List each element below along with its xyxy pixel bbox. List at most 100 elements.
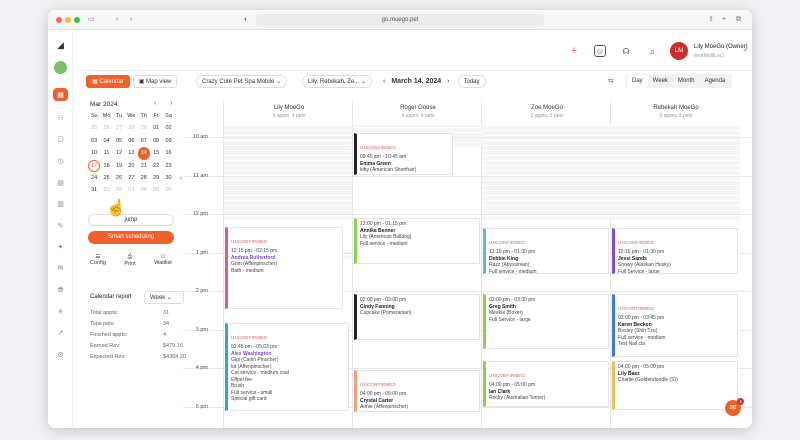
edit-icon[interactable]: ✎ xyxy=(53,219,68,232)
appointment-card[interactable]: UNCONFIRMED 02:45 pm - 05:03 pm Alex Washi… xyxy=(225,323,349,411)
insights-icon[interactable]: ↗ xyxy=(53,326,68,339)
map-view-tab[interactable]: ▣ Map view xyxy=(132,74,178,88)
month-view-tab[interactable]: Month xyxy=(673,75,700,88)
config-button[interactable]: ☰ Config xyxy=(88,254,108,266)
booking-icon[interactable]: ▤ xyxy=(53,176,68,189)
support-icon[interactable]: ☊ xyxy=(620,45,632,57)
team-icon[interactable]: ⚘ xyxy=(53,305,68,318)
appointment-card[interactable]: UNCONFIRMED 04:00 pm - 05:00 pm Crystal Ca… xyxy=(354,370,480,412)
new-tab-icon[interactable]: + xyxy=(722,14,726,26)
mini-cal-day[interactable]: 15 xyxy=(150,147,162,159)
agenda-view-tab[interactable]: Agenda xyxy=(700,75,731,88)
mini-cal-day[interactable]: 13 xyxy=(125,147,137,159)
appointment-card[interactable]: UNCONFIRMED 12:15 pm - 01:30 pm Jessi Sand… xyxy=(612,228,738,274)
appointment-card[interactable]: UNCONFIRMED 04:00 pm - 05:00 pm Ian Clark R… xyxy=(483,361,609,407)
mini-cal-day[interactable]: 28 xyxy=(125,122,137,134)
mini-cal-day[interactable]: 29 xyxy=(138,122,150,134)
appointment-card[interactable]: 04:00 pm - 05:00 pm Lily Baez Charlie (Gol… xyxy=(612,361,738,410)
mini-cal-day[interactable]: 24 xyxy=(88,172,100,184)
back-icon[interactable]: ‹ xyxy=(116,14,118,26)
close-dot[interactable] xyxy=(56,17,62,23)
mini-cal-day[interactable]: 25 xyxy=(88,122,100,134)
notification-bell-icon[interactable]: ♫ xyxy=(646,45,658,57)
mini-cal-day[interactable]: 22 xyxy=(150,160,162,172)
mini-cal-day[interactable]: 09 xyxy=(162,135,174,147)
chevron-down-icon[interactable]: ⌄ xyxy=(742,45,748,53)
tabs-icon[interactable]: ⧉ xyxy=(736,14,741,26)
waitlist-button[interactable]: ⚇ Waitlist xyxy=(151,254,175,266)
appointment-card[interactable]: UNCONFIRMED 09:45 am - 10:45 am Emma Green… xyxy=(354,133,453,175)
mini-cal-day[interactable]: 26 xyxy=(100,122,112,134)
share-icon[interactable]: ⇪ xyxy=(708,14,714,26)
mini-cal-day[interactable]: 11 xyxy=(100,147,112,159)
mini-cal-day[interactable]: 14 xyxy=(137,147,150,160)
mini-cal-day[interactable]: 06 xyxy=(162,184,174,196)
mini-cal-day[interactable]: 04 xyxy=(100,135,112,147)
forward-icon[interactable]: › xyxy=(130,14,132,26)
mini-cal-prev-icon[interactable]: ‹ xyxy=(154,100,156,107)
appointment-card[interactable]: UNCONFIRMED 12:15 pm - 01:30 pm Debbie Kin… xyxy=(483,228,609,274)
mini-cal-day[interactable]: 05 xyxy=(150,184,162,196)
mini-cal-next-icon[interactable]: › xyxy=(170,100,172,107)
mini-cal-day[interactable]: 06 xyxy=(125,135,137,147)
settings-toggle-icon[interactable]: ⇆ xyxy=(608,74,614,88)
clients-icon[interactable]: ⚇ xyxy=(53,111,68,124)
mini-cal-day[interactable]: 01 xyxy=(150,122,162,134)
week-view-tab[interactable]: Week xyxy=(648,75,673,88)
column-header[interactable]: Rebekah MoeGo 3 appts, 3 pets xyxy=(611,101,741,125)
mini-cal-day[interactable]: 08 xyxy=(150,135,162,147)
today-button[interactable]: Today xyxy=(457,74,486,88)
mini-cal-day[interactable]: 31 xyxy=(88,184,100,196)
mini-cal-day[interactable]: 29 xyxy=(150,172,162,184)
mini-cal-day[interactable]: 01 xyxy=(100,184,112,196)
report-period-select[interactable]: Week ⌄ xyxy=(144,291,184,304)
minimize-dot[interactable] xyxy=(65,17,71,23)
mini-cal-day[interactable]: 18 xyxy=(100,160,112,172)
mini-cal-day[interactable]: 26 xyxy=(113,172,125,184)
mini-cal-day[interactable]: 20 xyxy=(125,160,137,172)
column-header[interactable]: Roger Gouse 4 appts, 4 pets xyxy=(353,101,483,125)
calendar-icon[interactable]: ▦ xyxy=(53,88,68,101)
mini-cal-day[interactable]: 05 xyxy=(113,135,125,147)
user-avatar[interactable]: LM xyxy=(670,42,688,60)
appointment-card[interactable]: UNCONFIRMED 02:00 pm - 03:45 pm Karen Beck… xyxy=(612,294,738,357)
smart-scheduling-button[interactable]: Smart scheduling xyxy=(88,231,174,244)
current-date[interactable]: March 14, 2024 xyxy=(391,78,441,85)
mini-cal-day[interactable]: 16 xyxy=(162,147,174,159)
print-button[interactable]: ⎙ Print xyxy=(120,254,140,267)
reports-icon[interactable]: ▥ xyxy=(53,197,68,210)
sidebar-toggle-icon[interactable]: ▭ xyxy=(88,14,95,26)
mini-cal-day[interactable]: 10 xyxy=(88,147,100,159)
day-view-tab[interactable]: Day xyxy=(627,74,648,88)
column-header[interactable]: Zoe MoeGo 3 appts, 3 pets xyxy=(482,101,612,125)
maximize-dot[interactable] xyxy=(74,17,80,23)
mini-cal-day[interactable]: 27 xyxy=(125,172,137,184)
prev-date-icon[interactable]: ‹ xyxy=(383,78,385,85)
next-date-icon[interactable]: › xyxy=(447,78,449,85)
mini-cal-day[interactable]: 25 xyxy=(100,172,112,184)
jump-button[interactable]: jump xyxy=(88,214,174,226)
appointment-card[interactable]: 02:00 pm - 03:00 pm Cindy Fanning Cupcake … xyxy=(354,294,480,340)
mini-cal-day[interactable]: 17 xyxy=(88,159,101,172)
settings-icon[interactable]: ⚙ xyxy=(53,348,68,361)
mini-cal-day[interactable]: 27 xyxy=(113,122,125,134)
mini-cal-day[interactable]: 02 xyxy=(162,122,174,134)
appointment-card[interactable]: 02:00 pm - 03:30 pm Greg Smith Meekie (Box… xyxy=(483,294,609,349)
staff-select[interactable]: Lily, Rebekah, Ze... ⌄ xyxy=(302,74,372,88)
mini-cal-day[interactable]: 07 xyxy=(138,135,150,147)
url-bar[interactable]: go.moego.pet xyxy=(256,14,544,26)
quick-checkin-icon[interactable]: ☺ xyxy=(594,45,606,57)
column-header[interactable]: Lily MoeGo 3 appts, 4 pets xyxy=(224,101,354,125)
marketing-icon[interactable]: ✦ xyxy=(53,240,68,253)
payroll-icon[interactable]: ⛃ xyxy=(53,283,68,296)
add-icon[interactable]: + xyxy=(568,45,580,57)
mini-cal-day[interactable]: 21 xyxy=(138,160,150,172)
reviews-icon[interactable]: ✉ xyxy=(53,261,68,274)
moego-logo-icon[interactable]: ◢ xyxy=(53,39,68,52)
alarm-icon[interactable]: ◷ xyxy=(53,154,68,167)
mini-cal-day[interactable]: 12 xyxy=(113,147,125,159)
mini-cal-day[interactable]: 30 xyxy=(162,172,174,184)
mini-cal-day[interactable]: 04 xyxy=(138,184,150,196)
mini-cal-day[interactable]: 03 xyxy=(88,135,100,147)
business-avatar[interactable] xyxy=(53,61,68,74)
